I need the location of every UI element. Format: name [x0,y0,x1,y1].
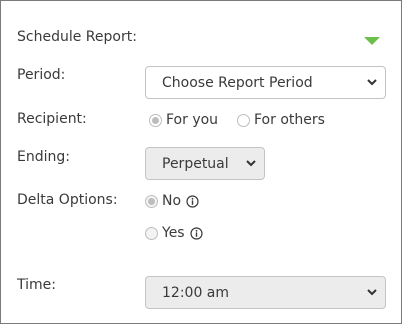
delta-no-label: No [162,193,182,209]
ending-label: Ending: [17,149,70,165]
info-icon[interactable] [190,226,203,240]
period-select[interactable]: Choose Report Period [145,66,386,99]
recipient-option-for-you[interactable]: For you [149,112,218,128]
recipient-label: Recipient: [17,111,87,127]
caret-down-icon[interactable] [364,37,380,45]
chevron-down-icon [246,159,256,166]
chevron-down-icon [367,288,377,295]
period-label: Period: [17,67,66,83]
time-select[interactable]: 12:00 am [145,276,386,309]
time-label: Time: [17,277,56,293]
time-select-value: 12:00 am [162,284,230,301]
delta-options-label: Delta Options: [17,192,118,208]
schedule-report-title: Schedule Report: [17,29,137,45]
recipient-for-you-radio[interactable] [149,113,162,127]
recipient-option-for-others[interactable]: For others [237,112,325,128]
delta-option-yes[interactable]: Yes [145,225,203,241]
chevron-down-icon [367,78,377,85]
delta-no-radio[interactable] [145,194,158,208]
recipient-for-others-label: For others [254,112,325,128]
ending-select[interactable]: Perpetual [145,147,265,180]
period-select-value: Choose Report Period [162,74,313,91]
recipient-for-others-radio[interactable] [237,113,250,127]
delta-yes-radio[interactable] [145,226,158,240]
ending-select-value: Perpetual [162,155,229,172]
info-icon[interactable] [186,194,199,208]
delta-yes-label: Yes [162,225,185,241]
delta-option-no[interactable]: No [145,193,199,209]
recipient-for-you-label: For you [166,112,219,128]
schedule-report-panel: Schedule Report: Period: Choose Report P… [0,0,402,324]
